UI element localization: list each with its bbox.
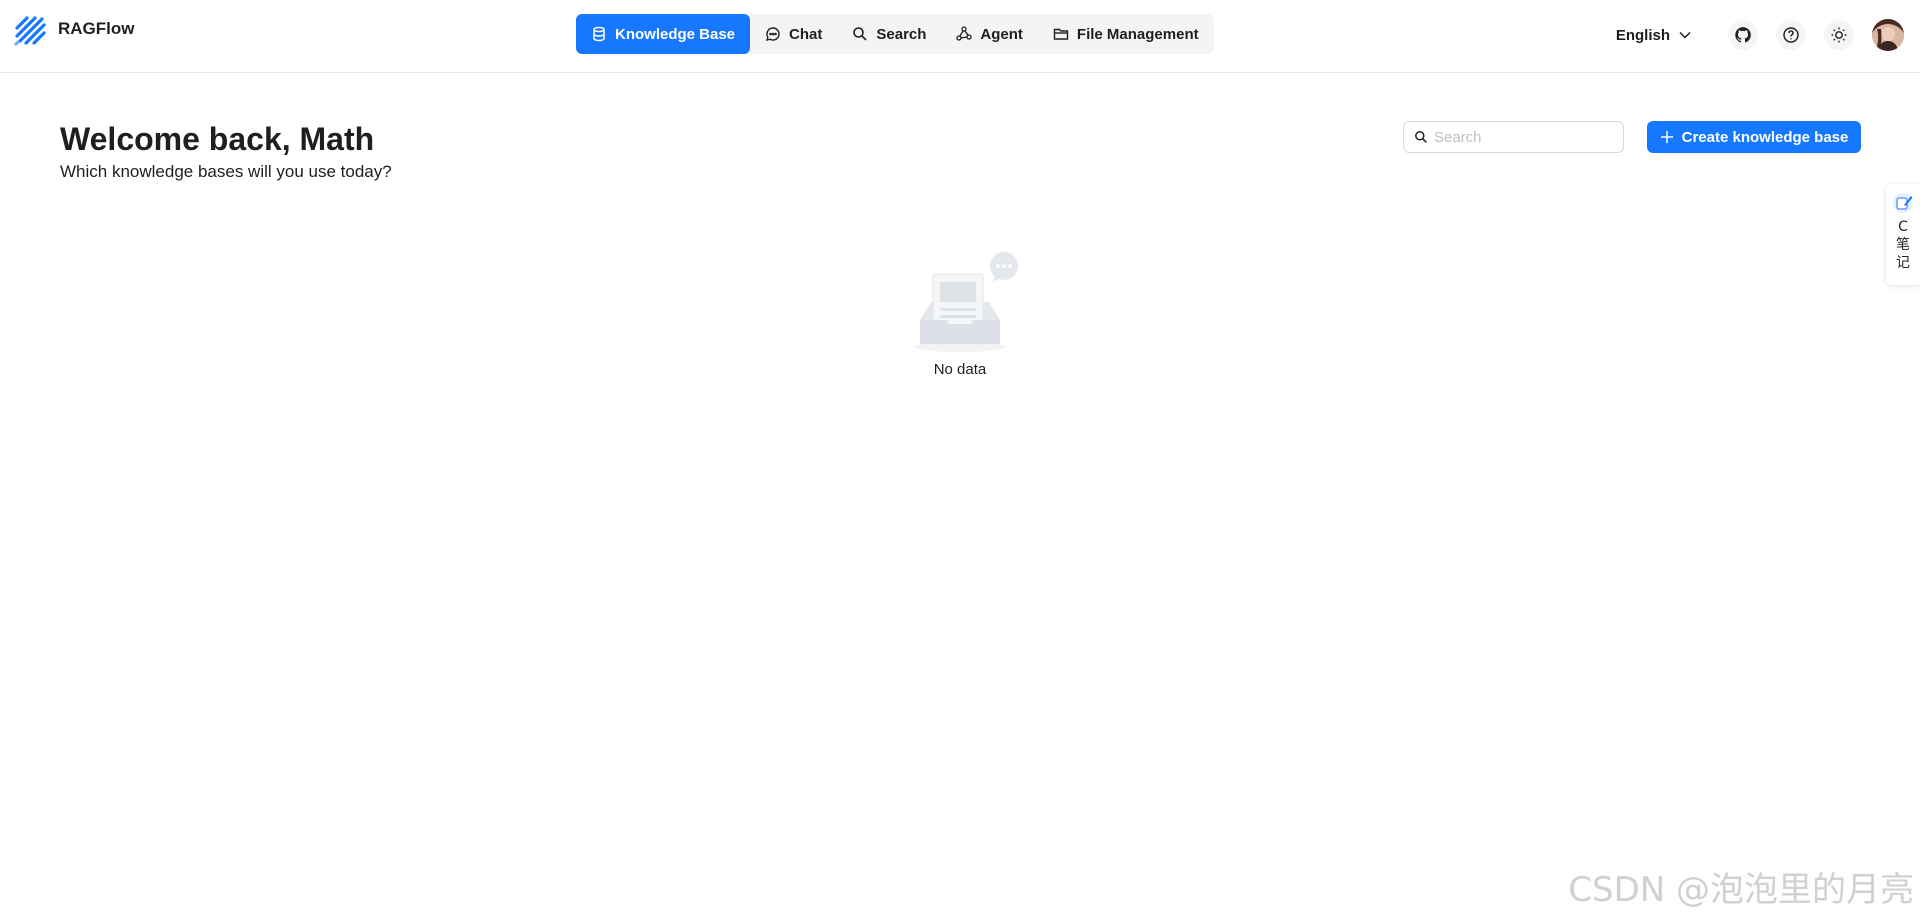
database-icon xyxy=(593,26,605,42)
chat-bubble-icon xyxy=(766,27,780,41)
github-icon xyxy=(1735,27,1751,43)
folder-icon xyxy=(1053,28,1069,40)
github-button[interactable] xyxy=(1728,20,1758,50)
empty-state-text: No data xyxy=(933,361,987,378)
top-header: RAGFlow Knowledge Base Chat Search Agent… xyxy=(0,0,1920,73)
nav-file-management[interactable]: File Management xyxy=(1038,14,1214,54)
nav-label: Agent xyxy=(980,25,1023,43)
create-button-label: Create knowledge base xyxy=(1681,128,1849,146)
search-icon xyxy=(853,27,867,41)
main-nav: Knowledge Base Chat Search Agent File Ma… xyxy=(576,14,1214,54)
notes-widget-label: C笔记 xyxy=(1896,219,1910,271)
ragflow-logo-icon xyxy=(14,16,46,46)
search-input[interactable] xyxy=(1434,128,1614,146)
graph-icon xyxy=(956,26,973,41)
page-title: Welcome back, Math xyxy=(60,121,375,157)
avatar-image xyxy=(1872,19,1904,51)
create-knowledge-base-button[interactable]: Create knowledge base xyxy=(1647,121,1861,153)
nav-label: Knowledge Base xyxy=(615,25,736,43)
nav-chat[interactable]: Chat xyxy=(750,14,837,54)
sun-icon xyxy=(1831,27,1847,43)
nav-label: Chat xyxy=(789,25,823,43)
app-logo[interactable]: RAGFlow xyxy=(14,14,135,48)
empty-inbox-icon xyxy=(914,252,1018,352)
help-icon xyxy=(1783,27,1799,43)
app-name: RAGFlow xyxy=(58,19,135,38)
notes-app-icon xyxy=(1893,193,1913,213)
language-select[interactable]: English xyxy=(1616,27,1692,44)
user-avatar[interactable] xyxy=(1872,19,1904,51)
notes-side-widget[interactable]: C笔记 xyxy=(1886,184,1920,285)
knowledge-search-box[interactable] xyxy=(1403,121,1624,153)
help-button[interactable] xyxy=(1776,20,1806,50)
theme-toggle-button[interactable] xyxy=(1824,20,1854,50)
nav-agent[interactable]: Agent xyxy=(941,14,1038,54)
plus-icon xyxy=(1660,131,1673,143)
empty-state: No data xyxy=(895,252,1025,378)
nav-label: Search xyxy=(876,25,927,43)
language-label: English xyxy=(1615,26,1670,44)
search-icon xyxy=(1415,131,1428,144)
nav-label: File Management xyxy=(1076,25,1199,43)
header-tools: English xyxy=(1616,19,1904,51)
page-subtitle: Which knowledge bases will you use today… xyxy=(60,162,392,181)
watermark: CSDN @泡泡里的月亮 xyxy=(1568,870,1914,910)
nav-knowledge-base[interactable]: Knowledge Base xyxy=(576,14,751,54)
chevron-down-icon xyxy=(1679,31,1691,39)
nav-search[interactable]: Search xyxy=(837,14,941,54)
